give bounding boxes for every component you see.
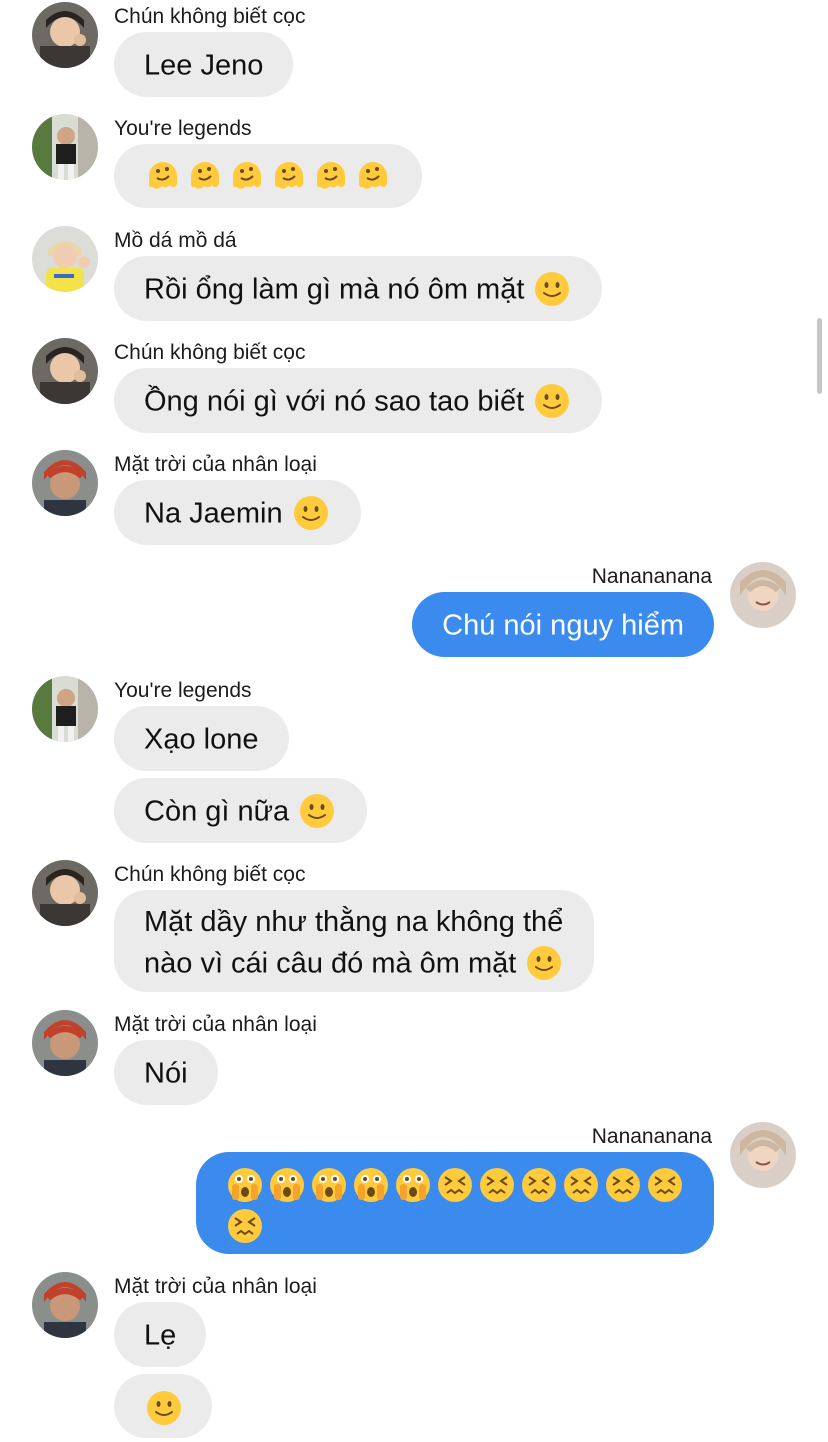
face-with-hand-over-mouth-icon [226, 1166, 264, 1204]
message-text: Xạo lone [144, 723, 259, 756]
face-with-hand-over-mouth-icon [268, 1166, 306, 1204]
melting-face-icon [354, 156, 392, 194]
sender-name: Nanananana [591, 565, 712, 588]
sender-name: Mặt trời của nhân loại [114, 1013, 317, 1036]
sender-name: Chún không biết cọc [114, 863, 306, 886]
message-bubble[interactable] [114, 1374, 212, 1438]
slightly-smiling-face-icon [146, 1390, 182, 1426]
sender-name: Mặt trời của nhân loại [114, 453, 317, 476]
message-text: Ồng nói gì với nó sao tao biết [144, 385, 525, 418]
confounded-face-icon [478, 1166, 516, 1204]
melting-face-icon [186, 156, 224, 194]
message-bubble[interactable]: Lee Jeno [114, 32, 294, 98]
message-bubble[interactable]: Còn gì nữa [114, 778, 368, 844]
face-with-hand-over-mouth-icon [394, 1166, 432, 1204]
avatar-mat-troi[interactable] [32, 450, 98, 516]
message-bubble[interactable]: Mặt dầy như thằng na không thể nào vì cá… [114, 890, 595, 992]
message-bubble[interactable]: Na Jaemin [114, 480, 361, 546]
melting-face-icon [312, 156, 350, 194]
slightly-smiling-face-icon [299, 793, 335, 829]
confounded-face-icon [520, 1166, 558, 1204]
emoji-row [142, 158, 394, 190]
sender-name: Nanananana [591, 1125, 712, 1148]
confounded-face-icon [646, 1166, 684, 1204]
message-text: Rồi ổng làm gì mà nó ôm mặt [144, 273, 525, 306]
slightly-smiling-face-icon [534, 271, 570, 307]
avatar-chun[interactable] [32, 338, 98, 404]
face-with-hand-over-mouth-icon [352, 1166, 390, 1204]
message-text: Lẹ [144, 1319, 177, 1352]
melting-face-icon [228, 156, 266, 194]
message-bubble[interactable]: Rồi ổng làm gì mà nó ôm mặt [114, 256, 603, 322]
message-bubble[interactable]: Lẹ [114, 1302, 207, 1368]
message-bubble[interactable] [196, 1152, 714, 1254]
message-text: Na Jaemin [144, 497, 283, 530]
confounded-face-icon [562, 1166, 600, 1204]
avatar-nanananana[interactable] [730, 562, 796, 628]
confounded-face-icon [226, 1207, 264, 1245]
melting-face-icon [144, 156, 182, 194]
message-text: nào vì cái câu đó mà ôm mặt [144, 947, 517, 980]
avatar-chun[interactable] [32, 2, 98, 68]
message-text-line: nào vì cái câu đó mà ôm mặt [144, 942, 564, 982]
face-with-hand-over-mouth-icon [310, 1166, 348, 1204]
avatar-legends[interactable] [32, 114, 98, 180]
message-bubble[interactable]: Ồng nói gì với nó sao tao biết [114, 368, 603, 434]
message-text: Chú nói nguy hiểm [442, 609, 684, 642]
sender-name: Chún không biết cọc [114, 5, 306, 28]
sender-name: Mặt trời của nhân loại [114, 1275, 317, 1298]
melting-face-icon [270, 156, 308, 194]
sender-name: Chún không biết cọc [114, 341, 306, 364]
sender-name: Mồ dá mồ dá [114, 229, 237, 252]
message-bubble[interactable]: Nói [114, 1040, 218, 1106]
chat-thread: Chún không biết cọc Lee Jeno You're lege… [0, 0, 828, 1442]
avatar-nanananana[interactable] [730, 1122, 796, 1188]
avatar-mo-da[interactable] [32, 226, 98, 292]
message-text: Lee Jeno [144, 49, 264, 82]
slightly-smiling-face-icon [526, 945, 562, 981]
avatar-mat-troi[interactable] [32, 1010, 98, 1076]
avatar-chun[interactable] [32, 860, 98, 926]
slightly-smiling-face-icon [293, 495, 329, 531]
avatar-legends[interactable] [32, 676, 98, 742]
message-text: Nói [144, 1057, 188, 1090]
message-bubble[interactable]: Xạo lone [114, 706, 289, 772]
confounded-face-icon [604, 1166, 642, 1204]
scrollbar[interactable] [817, 318, 822, 394]
confounded-face-icon [436, 1166, 474, 1204]
sender-name: You're legends [114, 679, 252, 702]
message-bubble[interactable] [114, 144, 422, 208]
message-bubble[interactable]: Chú nói nguy hiểm [412, 592, 714, 658]
sender-name: You're legends [114, 117, 252, 140]
avatar-mat-troi[interactable] [32, 1272, 98, 1338]
slightly-smiling-face-icon [534, 383, 570, 419]
message-text-line: Mặt dầy như thằng na không thể [144, 906, 564, 938]
message-text: Còn gì nữa [144, 795, 290, 828]
